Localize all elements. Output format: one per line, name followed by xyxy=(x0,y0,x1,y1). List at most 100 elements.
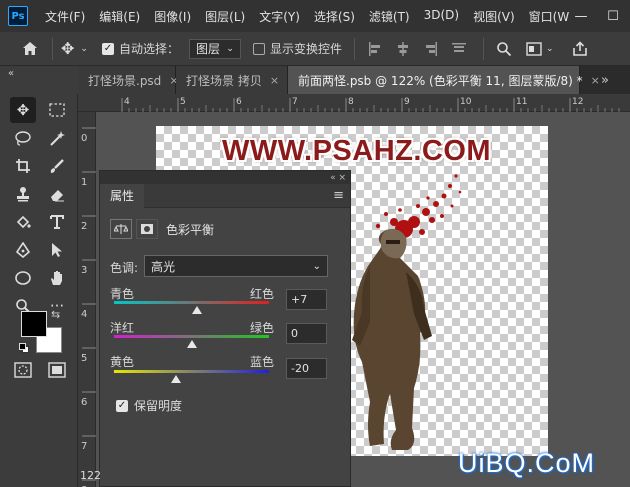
preserve-luminosity-label: 保留明度 xyxy=(134,399,183,413)
toolbox-collapse-icon[interactable]: « xyxy=(0,66,78,94)
default-colors-icon[interactable] xyxy=(19,343,29,353)
document-tabs: « 打怪场景.psd × 打怪场景 拷贝 × 前面两怪.psb @ 122% (… xyxy=(0,66,630,94)
share-icon[interactable] xyxy=(572,40,588,57)
magic-wand-tool-icon[interactable] xyxy=(44,125,70,151)
slider-magenta-label: 洋红 xyxy=(110,321,135,335)
magenta-green-value-input[interactable]: 0 xyxy=(286,323,327,344)
menu-bar: Ps 文件(F) 编辑(E) 图像(I) 图层(L) 文字(Y) 选择(S) 滤镜(T) 3D… xyxy=(0,0,630,32)
tab-active-document[interactable]: 前面两怪.psb @ 122% (色彩平衡 11, 图层蒙版/8) * × xyxy=(288,66,600,94)
adjustment-title: 色彩平衡 xyxy=(166,222,215,237)
menu-items: 文件(F) 编辑(E) 图像(I) 图层(L) 文字(Y) 选择(S) 滤镜(T) 3D(D)… xyxy=(38,8,576,25)
menu-item[interactable]: 编辑(E) xyxy=(92,8,147,25)
ruler-label: 4 xyxy=(81,309,87,320)
maximize-button[interactable]: ☐ xyxy=(598,0,628,32)
menu-item[interactable]: 视图(V) xyxy=(466,8,522,25)
close-icon[interactable]: × xyxy=(270,74,279,87)
menu-item[interactable]: 选择(S) xyxy=(307,8,362,25)
eraser-tool-icon[interactable] xyxy=(44,181,70,207)
ruler-label: 2 xyxy=(81,221,87,232)
balance-scale-icon[interactable] xyxy=(110,219,132,239)
ruler-label: 9 xyxy=(404,97,410,107)
auto-select-label: 自动选择： xyxy=(118,42,179,56)
paint-bucket-tool-icon[interactable] xyxy=(10,209,36,235)
separator xyxy=(482,37,484,60)
ellipse-tool-icon[interactable] xyxy=(10,265,36,291)
options-bar: ✥ ⌄ ✓ 自动选择： 图层 ⌄ 显示变换控件 ⌄ xyxy=(0,32,630,66)
magenta-green-slider[interactable] xyxy=(114,335,269,348)
layer-select-dropdown[interactable]: 图层 ⌄ xyxy=(188,38,241,59)
slider-thumb[interactable] xyxy=(191,306,202,314)
tab-overflow-icon[interactable]: » xyxy=(580,66,630,94)
preserve-luminosity-toggle[interactable]: ✓ 保留明度 xyxy=(116,397,182,414)
ruler-label: 5 xyxy=(81,353,87,364)
marquee-tool-icon[interactable] xyxy=(44,97,70,123)
yellow-blue-value-input[interactable]: -20 xyxy=(286,358,327,379)
menu-item[interactable]: 文件(F) xyxy=(38,8,92,25)
align-left-icon[interactable] xyxy=(367,41,383,57)
tab-scene[interactable]: 打怪场景.psd × xyxy=(78,66,179,94)
chevron-down-icon[interactable]: ⌄ xyxy=(80,44,88,54)
ruler-label: 1 xyxy=(81,177,87,188)
screen-mode-icon[interactable] xyxy=(44,357,70,383)
search-icon[interactable] xyxy=(496,41,512,57)
home-icon[interactable] xyxy=(16,41,44,56)
pen-tool-icon[interactable] xyxy=(10,237,36,263)
tab-label: 打怪场景 拷贝 xyxy=(186,73,262,88)
slider-yellow-label: 黄色 xyxy=(110,355,135,369)
move-tool-icon[interactable]: ✥ xyxy=(10,97,36,123)
align-center-icon[interactable] xyxy=(395,41,411,57)
brush-tool-icon[interactable] xyxy=(44,153,70,179)
cyan-red-slider[interactable] xyxy=(114,301,269,314)
ruler-label: 8 xyxy=(348,97,354,107)
ruler-label: 6 xyxy=(81,397,87,408)
panel-menu-icon[interactable]: ≡ xyxy=(333,188,350,203)
panel-tab-row: 属性 ≡ xyxy=(100,183,350,208)
slider-thumb[interactable] xyxy=(171,375,181,383)
chevron-down-icon[interactable]: ⌄ xyxy=(546,44,554,54)
align-right-icon[interactable] xyxy=(423,41,439,57)
auto-select-toggle[interactable]: ✓ 自动选择： xyxy=(101,40,179,57)
tab-label: 前面两怪.psb @ 122% (色彩平衡 11, 图层蒙版/8) * xyxy=(298,73,583,88)
cyan-red-value-input[interactable]: +7 xyxy=(286,289,327,310)
show-transform-checkbox[interactable] xyxy=(252,42,265,55)
app-logo: Ps xyxy=(8,6,28,26)
show-transform-toggle[interactable]: 显示变换控件 xyxy=(252,40,342,57)
menu-item[interactable]: 滤镜(T) xyxy=(362,8,417,25)
chevron-down-icon: ⌄ xyxy=(226,43,234,54)
foreground-color-swatch[interactable] xyxy=(21,311,47,337)
tone-value: 高光 xyxy=(151,259,176,274)
tab-properties[interactable]: 属性 xyxy=(100,183,145,208)
path-selection-tool-icon[interactable] xyxy=(44,237,70,263)
show-transform-label: 显示变换控件 xyxy=(269,42,342,56)
move-tool-icon[interactable]: ✥ ⌄ xyxy=(61,39,88,58)
properties-panel: « × 属性 ≡ 色彩平衡 色调: 高光 ⌄ 青色 红色 +7 洋红 绿色 0 … xyxy=(99,170,351,487)
slider-thumb[interactable] xyxy=(186,340,197,348)
layer-mask-icon[interactable] xyxy=(136,219,158,239)
workspace-icon[interactable] xyxy=(526,41,542,56)
menu-item[interactable]: 文字(Y) xyxy=(252,8,307,25)
align-top-icon[interactable] xyxy=(451,41,467,57)
ruler-label: 11 xyxy=(516,97,527,107)
type-tool-icon[interactable] xyxy=(44,209,70,235)
tab-scene-copy[interactable]: 打怪场景 拷贝 × xyxy=(176,66,288,94)
swap-colors-icon[interactable]: ⇆ xyxy=(51,308,60,321)
menu-item[interactable]: 图层(L) xyxy=(198,8,252,25)
hand-tool-icon[interactable] xyxy=(44,265,70,291)
horizontal-ruler: 4 5 6 7 8 9 10 11 12 xyxy=(78,94,630,112)
minimize-button[interactable]: — xyxy=(566,0,596,32)
tone-dropdown[interactable]: 高光 ⌄ xyxy=(144,255,328,277)
site-watermark-text: WWW.PSAHZ.COM xyxy=(222,135,492,167)
preserve-luminosity-checkbox[interactable]: ✓ xyxy=(116,399,128,412)
auto-select-checkbox[interactable]: ✓ xyxy=(101,42,114,55)
quick-mask-icon[interactable] xyxy=(10,357,36,383)
yellow-blue-slider[interactable] xyxy=(114,370,269,383)
zoom-status[interactable]: 122 xyxy=(78,466,101,484)
panel-collapse-bar[interactable]: « × xyxy=(100,171,350,184)
ruler-label: 10 xyxy=(460,97,472,107)
menu-item[interactable]: 图像(I) xyxy=(147,8,198,25)
lasso-tool-icon[interactable] xyxy=(10,125,36,151)
menu-item[interactable]: 3D(D) xyxy=(417,8,466,25)
crop-tool-icon[interactable] xyxy=(10,153,36,179)
separator xyxy=(52,37,53,60)
stamp-tool-icon[interactable] xyxy=(10,181,36,207)
